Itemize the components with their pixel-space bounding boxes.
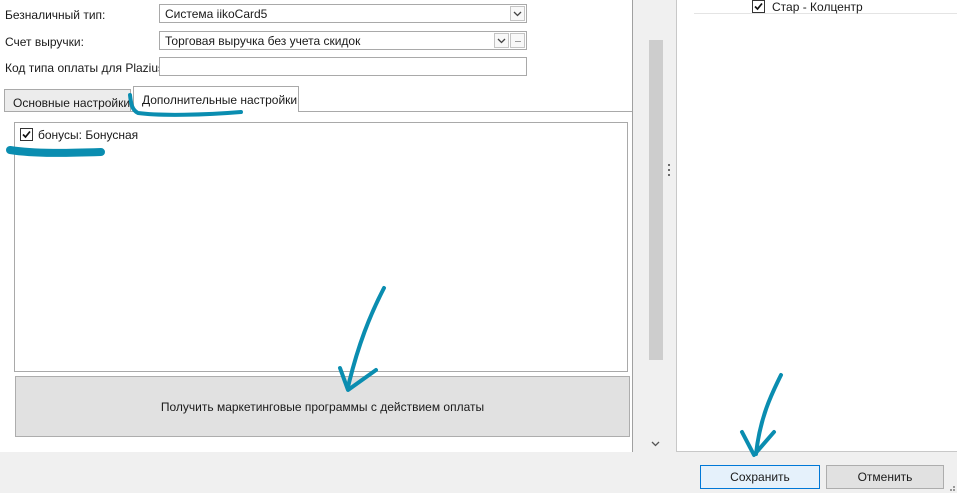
revenue-account-label: Счет выручки:: [5, 35, 84, 49]
revenue-account-select[interactable]: Торговая выручка без учета скидок ···: [159, 31, 527, 50]
chevron-down-icon[interactable]: [494, 33, 509, 48]
list-item[interactable]: бонусы: Бонусная: [20, 127, 320, 143]
get-marketing-programs-button[interactable]: Получить маркетинговые программы с дейст…: [15, 376, 630, 437]
revenue-account-value: Торговая выручка без учета скидок: [165, 34, 361, 48]
checkmark-icon: [22, 130, 31, 139]
list-item-label: бонусы: Бонусная: [38, 128, 139, 142]
list-item-label: Стар - Колцентр: [772, 0, 863, 14]
payment-type-select[interactable]: Система iikoCard5: [159, 4, 527, 23]
splitter-handle[interactable]: [668, 162, 671, 180]
plazius-code-input[interactable]: [159, 57, 527, 76]
programs-list: бонусы: Бонусная: [14, 122, 628, 372]
tab-additional-settings[interactable]: Дополнительные настройки: [133, 86, 299, 112]
list-item[interactable]: Стар - Колцентр: [752, 0, 952, 14]
payment-type-value: Система iikoCard5: [165, 7, 268, 21]
tab-main-settings[interactable]: Основные настройки: [4, 89, 131, 111]
payment-type-label: Безналичный тип:: [5, 8, 106, 22]
plazius-code-label: Код типа оплаты для Plazius:: [5, 61, 168, 75]
checkbox[interactable]: [752, 0, 765, 13]
chevron-down-icon[interactable]: [510, 6, 525, 21]
checkbox[interactable]: [20, 128, 33, 141]
settings-panel: Безналичный тип: Система iikoCard5 Счет …: [0, 0, 633, 452]
scrollbar-thumb[interactable]: [649, 40, 663, 360]
save-button[interactable]: Сохранить: [700, 465, 820, 489]
resize-grip-icon[interactable]: [946, 482, 956, 492]
checkmark-icon: [754, 2, 763, 11]
cancel-button[interactable]: Отменить: [826, 465, 944, 489]
ellipsis-icon[interactable]: ···: [510, 33, 525, 48]
scroll-down-icon[interactable]: [651, 436, 660, 450]
right-panel: [676, 0, 957, 452]
